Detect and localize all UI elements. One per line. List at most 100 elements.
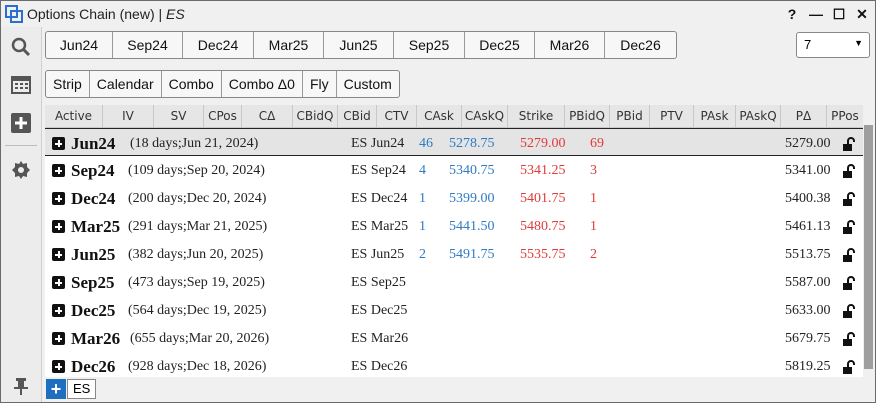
expand-icon[interactable] (52, 332, 65, 345)
row-ctv: ES Jun24 (351, 136, 405, 151)
col-cbid[interactable]: CBid (338, 105, 377, 127)
tab-jun25[interactable]: Jun25 (324, 32, 394, 58)
close-button[interactable]: ✕ (853, 5, 871, 23)
strategy-buttons: Strip Calendar Combo Combo Δ0 Fly Custom (45, 70, 400, 98)
title-bar: Options Chain (new) | ES ? — ☐ ✕ (1, 1, 875, 27)
unlock-icon[interactable] (842, 164, 856, 178)
col-ptv[interactable]: PTV (650, 105, 694, 127)
minimize-button[interactable]: — (807, 5, 825, 23)
col-caskq[interactable]: CAskQ (462, 105, 508, 127)
chain-row-dec26[interactable]: Dec26 (928 days;Dec 18, 2026) ES Dec26 5… (45, 352, 863, 377)
expand-icon[interactable] (52, 192, 65, 205)
col-cask[interactable]: CAsk (417, 105, 462, 127)
scrollbar-thumb[interactable] (864, 125, 873, 369)
row-pdelta: 5461.13 (785, 219, 831, 234)
chain-row-dec25[interactable]: Dec25 (564 days;Dec 19, 2025) ES Dec25 5… (45, 296, 863, 324)
expand-icon[interactable] (52, 164, 65, 177)
chevron-down-icon: ▼ (854, 38, 863, 48)
tab-sep25[interactable]: Sep25 (394, 32, 465, 58)
row-ctv: ES Sep25 (351, 275, 406, 290)
tab-sep24[interactable]: Sep24 (113, 32, 183, 58)
chain-row-dec24[interactable]: Dec24 (200 days;Dec 20, 2024) ES Dec24 1… (45, 184, 863, 212)
row-strike: 5401.75 (520, 191, 566, 206)
symbol-tab-es[interactable]: ES (67, 379, 97, 399)
window-title-instrument: ES (166, 6, 185, 22)
unlock-icon[interactable] (842, 220, 856, 234)
row-pdelta: 5587.00 (785, 275, 831, 290)
add-symbol-button[interactable]: + (46, 379, 66, 399)
tab-mar25[interactable]: Mar25 (254, 32, 324, 58)
row-pbidq: 69 (590, 136, 604, 151)
unlock-icon[interactable] (842, 192, 856, 206)
expand-icon[interactable] (52, 276, 65, 289)
expand-icon[interactable] (52, 304, 65, 317)
row-ctv: ES Sep24 (351, 163, 406, 178)
col-pask[interactable]: PAsk (694, 105, 736, 127)
row-expiry: Dec25 (71, 301, 116, 320)
tab-dec24[interactable]: Dec24 (183, 32, 254, 58)
row-expiry: Jun25 (71, 245, 116, 264)
tab-dec26[interactable]: Dec26 (605, 32, 676, 58)
col-ppos[interactable]: PPos (827, 105, 863, 127)
chain-row-mar26[interactable]: Mar26 (655 days;Mar 20, 2026) ES Mar26 5… (45, 324, 863, 352)
chain-row-mar25[interactable]: Mar25 (291 days;Mar 21, 2025) ES Mar25 1… (45, 212, 863, 240)
unlock-icon[interactable] (842, 137, 856, 151)
col-pdelta[interactable]: PΔ (781, 105, 827, 127)
combo-delta0-button[interactable]: Combo Δ0 (222, 71, 303, 97)
row-pdelta: 5341.00 (785, 163, 831, 178)
chain-row-sep25[interactable]: Sep25 (473 days;Sep 19, 2025) ES Sep25 5… (45, 268, 863, 296)
expand-icon[interactable] (52, 360, 65, 373)
chain-row-jun24[interactable]: Jun24 (18 days;Jun 21, 2024) ES Jun24 46… (45, 128, 863, 156)
add-icon[interactable] (9, 111, 33, 135)
strip-button[interactable]: Strip (46, 71, 90, 97)
unlock-icon[interactable] (842, 248, 856, 262)
col-pbid[interactable]: PBid (610, 105, 650, 127)
expand-icon[interactable] (52, 220, 65, 233)
row-pdelta: 5679.75 (785, 331, 831, 346)
col-sv[interactable]: SV (154, 105, 204, 127)
expand-icon[interactable] (52, 248, 65, 261)
window-title-text: Options Chain (new) | (27, 6, 167, 22)
settings-icon[interactable] (9, 158, 33, 182)
tab-dec25[interactable]: Dec25 (465, 32, 535, 58)
maximize-button[interactable]: ☐ (830, 5, 848, 23)
combo-button[interactable]: Combo (162, 71, 222, 97)
unlock-icon[interactable] (842, 360, 856, 374)
vertical-scrollbar[interactable] (863, 105, 874, 377)
col-ctv[interactable]: CTV (377, 105, 417, 127)
chain-row-sep24[interactable]: Sep24 (109 days;Sep 20, 2024) ES Sep24 4… (45, 156, 863, 184)
col-iv[interactable]: IV (103, 105, 154, 127)
row-pdelta: 5400.38 (785, 191, 831, 206)
tab-jun24[interactable]: Jun24 (46, 32, 113, 58)
col-cpos[interactable]: CPos (204, 105, 242, 127)
col-cbidq[interactable]: CBidQ (293, 105, 338, 127)
sidebar-divider (5, 145, 37, 146)
row-expiry-detail: (473 days;Sep 19, 2025) (128, 275, 265, 290)
pin-icon[interactable] (9, 374, 33, 398)
col-strike[interactable]: Strike (508, 105, 565, 127)
row-expiry-detail: (564 days;Dec 19, 2025) (128, 303, 267, 318)
row-expiry: Mar25 (71, 217, 121, 236)
row-strike: 5279.00 (520, 136, 566, 151)
unlock-icon[interactable] (842, 276, 856, 290)
row-pdelta: 5513.75 (785, 247, 831, 262)
col-cdelta[interactable]: CΔ (242, 105, 293, 127)
custom-button[interactable]: Custom (337, 71, 399, 97)
search-icon[interactable] (9, 35, 33, 59)
strike-count-dropdown[interactable]: 7 ▼ (796, 32, 870, 58)
col-pbidq[interactable]: PBidQ (565, 105, 610, 127)
expand-icon[interactable] (52, 137, 65, 150)
chain-row-jun25[interactable]: Jun25 (382 days;Jun 20, 2025) ES Jun25 2… (45, 240, 863, 268)
calendar-button[interactable]: Calendar (90, 71, 162, 97)
unlock-icon[interactable] (842, 304, 856, 318)
calendar-icon[interactable] (9, 72, 33, 96)
options-chain-window: Options Chain (new) | ES ? — ☐ ✕ Jun24 S… (0, 0, 876, 403)
col-active[interactable]: Active (45, 105, 103, 127)
row-pbidq: 1 (590, 191, 597, 206)
help-button[interactable]: ? (783, 5, 801, 23)
tab-mar26[interactable]: Mar26 (535, 32, 605, 58)
fly-button[interactable]: Fly (303, 71, 337, 97)
col-paskq[interactable]: PAskQ (736, 105, 781, 127)
row-expiry-detail: (382 days;Jun 20, 2025) (128, 247, 264, 262)
unlock-icon[interactable] (842, 332, 856, 346)
